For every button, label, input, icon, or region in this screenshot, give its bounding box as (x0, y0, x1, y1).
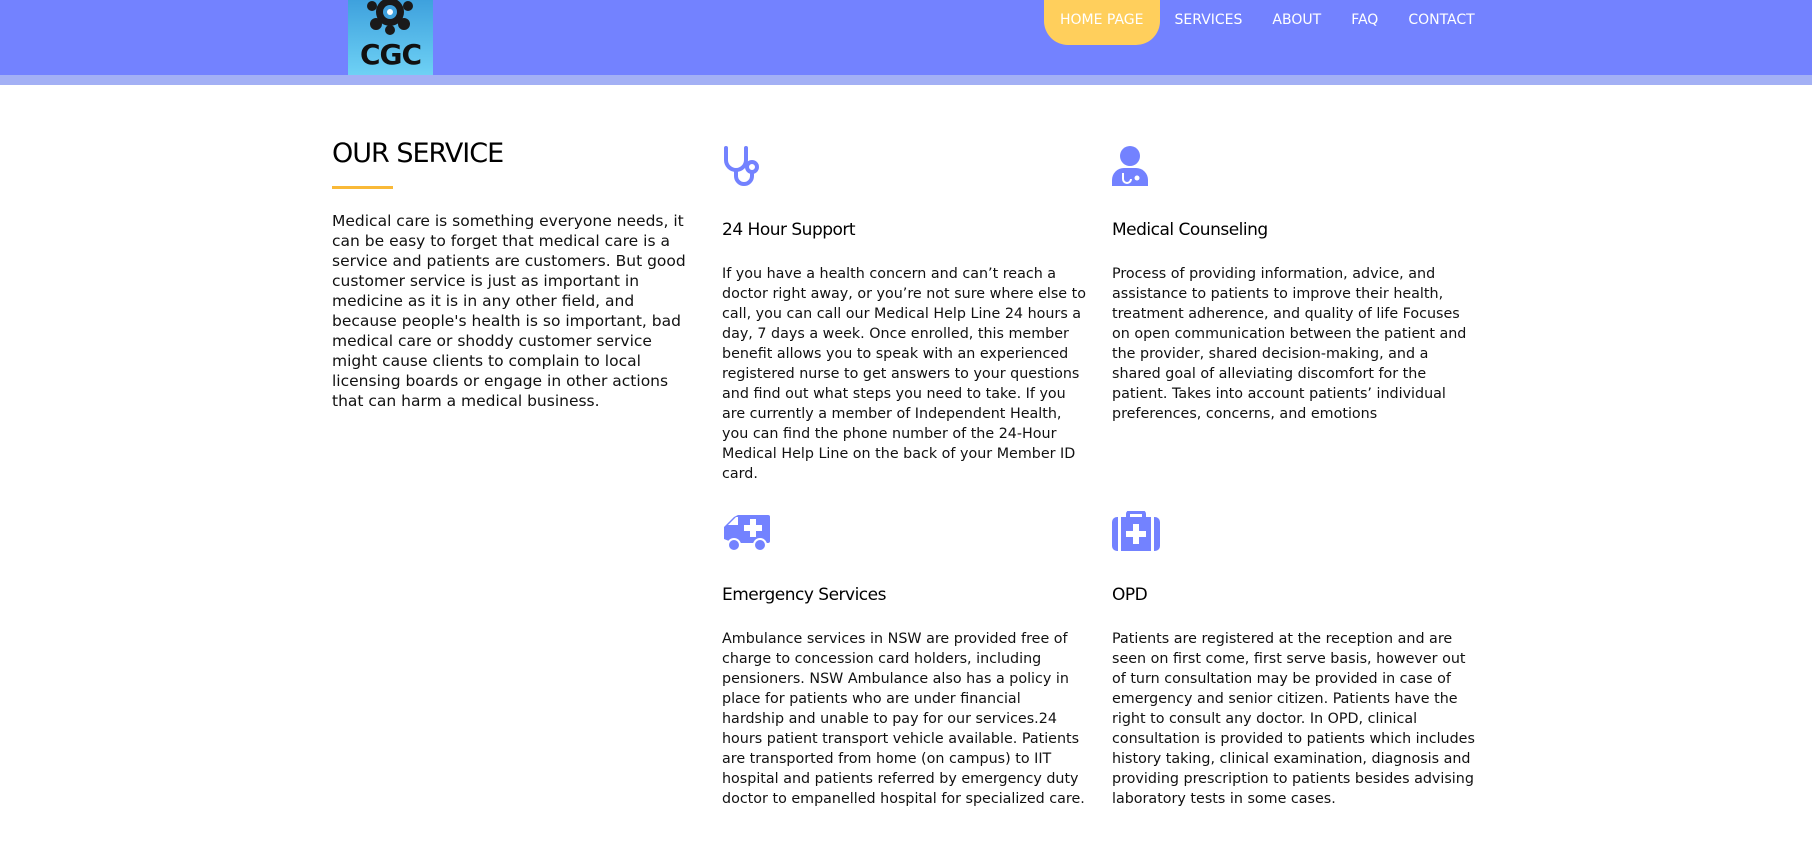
service-card-medical-counseling: Medical Counseling Process of providing … (1112, 146, 1477, 424)
nav-faq[interactable]: FAQ (1336, 0, 1393, 45)
service-title: 24 Hour Support (722, 220, 856, 240)
service-card-24-hour-support: 24 Hour Support If you have a health con… (722, 146, 1087, 484)
service-title: Medical Counseling (1112, 220, 1268, 240)
gears-logo-icon (367, 0, 413, 35)
logo-text: CGC (359, 38, 422, 71)
doctor-icon (1112, 146, 1477, 192)
service-description: Patients are registered at the reception… (1112, 631, 1475, 807)
service-description: If you have a health concern and can’t r… (722, 266, 1086, 482)
service-card-emergency-services: Emergency Services Ambulance services in… (722, 511, 1087, 809)
nav-home-page[interactable]: HOME PAGE (1044, 0, 1160, 45)
service-description: Ambulance services in NSW are provided f… (722, 631, 1085, 807)
ambulance-icon (722, 511, 1087, 557)
service-description: Process of providing information, advice… (1112, 266, 1467, 422)
service-card-opd: OPD Patients are registered at the recep… (1112, 510, 1477, 809)
header-strip (0, 75, 1812, 85)
service-title: OPD (1112, 585, 1148, 605)
intro-text: Medical care is something everyone needs… (332, 212, 686, 410)
medical-kit-icon (1112, 510, 1477, 557)
site-logo[interactable]: CGC (348, 0, 433, 75)
intro-section: OUR SERVICE Medical care is something ev… (332, 138, 692, 411)
title-underline (332, 186, 393, 189)
main-nav: HOME PAGE SERVICES ABOUT FAQ CONTACT (1044, 0, 1490, 45)
header-bar (0, 0, 1812, 75)
stethoscope-icon (722, 146, 1087, 192)
nav-services[interactable]: SERVICES (1160, 0, 1258, 45)
service-title: Emergency Services (722, 585, 886, 605)
nav-about[interactable]: ABOUT (1257, 0, 1336, 45)
page-title: OUR SERVICE (332, 138, 504, 169)
nav-contact[interactable]: CONTACT (1393, 0, 1489, 45)
